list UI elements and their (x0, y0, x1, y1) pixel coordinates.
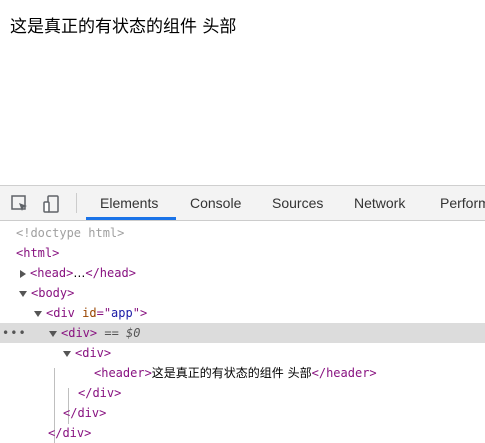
attr-end: "> (132, 306, 148, 320)
tab-performance[interactable]: Perform (440, 186, 485, 220)
attr-value-app: app (111, 306, 133, 320)
doctype-text: <!doctype html> (16, 226, 125, 240)
tree-row-div-selected[interactable]: ••• <div> == $0 (0, 323, 485, 343)
head-ellipsis: … (73, 266, 86, 280)
tree-row-div-inner[interactable]: <div> (0, 343, 485, 363)
collapse-arrow-icon[interactable] (19, 290, 27, 297)
elements-tree: <!doctype html> <html> <head>…</head> <b… (0, 221, 485, 443)
tree-row-header[interactable]: <header>这是真正的有状态的组件 头部</header> (0, 363, 485, 383)
header-text-node: 这是真正的有状态的组件 头部 (151, 366, 312, 380)
collapse-arrow-icon[interactable] (49, 330, 57, 337)
tab-console[interactable]: Console (190, 186, 241, 220)
tab-elements[interactable]: Elements (100, 186, 158, 220)
device-toolbar-icon[interactable] (42, 194, 62, 214)
tree-row-head[interactable]: <head>…</head> (0, 263, 485, 283)
toolbar-separator (76, 193, 77, 213)
page-viewport: 这是真正的有状态的组件 头部 (0, 0, 485, 185)
tree-row-doctype[interactable]: <!doctype html> (0, 223, 485, 243)
head-close-tag: </head> (85, 266, 136, 280)
collapse-arrow-icon[interactable] (34, 310, 42, 317)
selected-node-marker: == $0 (104, 326, 141, 340)
devtools-toolbar: Elements Console Sources Network Perform (0, 186, 485, 221)
body-open-tag: <body> (31, 286, 75, 300)
div-open-tag: <div (46, 306, 75, 320)
tree-row-div-inner-close[interactable]: </div> (0, 383, 485, 403)
html-tag: <html> (16, 246, 60, 260)
div-close-tag: </div> (48, 426, 92, 440)
expand-arrow-icon[interactable] (20, 269, 26, 278)
div-close-tag: </div> (78, 386, 122, 400)
inspect-element-icon[interactable] (10, 194, 30, 214)
head-open-tag: <head> (30, 266, 74, 280)
collapse-arrow-icon[interactable] (63, 350, 71, 357)
tree-row-div-selected-close[interactable]: </div> (0, 403, 485, 423)
tree-row-div-app[interactable]: <div id="app"> (0, 303, 485, 323)
tree-row-html[interactable]: <html> (0, 243, 485, 263)
more-options-icon[interactable]: ••• (2, 323, 27, 343)
header-open-tag: <header> (94, 366, 152, 380)
div-open-tag: <div> (75, 346, 112, 360)
header-close-tag: </header> (311, 366, 377, 380)
attr-eq: =" (96, 306, 112, 320)
div-close-tag: </div> (63, 406, 107, 420)
tab-sources[interactable]: Sources (272, 186, 323, 220)
attr-name-id: id (82, 306, 97, 320)
tab-network[interactable]: Network (354, 186, 405, 220)
tree-row-div-app-close[interactable]: </div> (0, 423, 485, 443)
tree-row-body[interactable]: <body> (0, 283, 485, 303)
devtools-panel: Elements Console Sources Network Perform… (0, 185, 485, 443)
page-header-text: 这是真正的有状态的组件 头部 (10, 17, 237, 37)
active-tab-indicator (86, 217, 176, 220)
div-open-tag: <div> (61, 326, 98, 340)
